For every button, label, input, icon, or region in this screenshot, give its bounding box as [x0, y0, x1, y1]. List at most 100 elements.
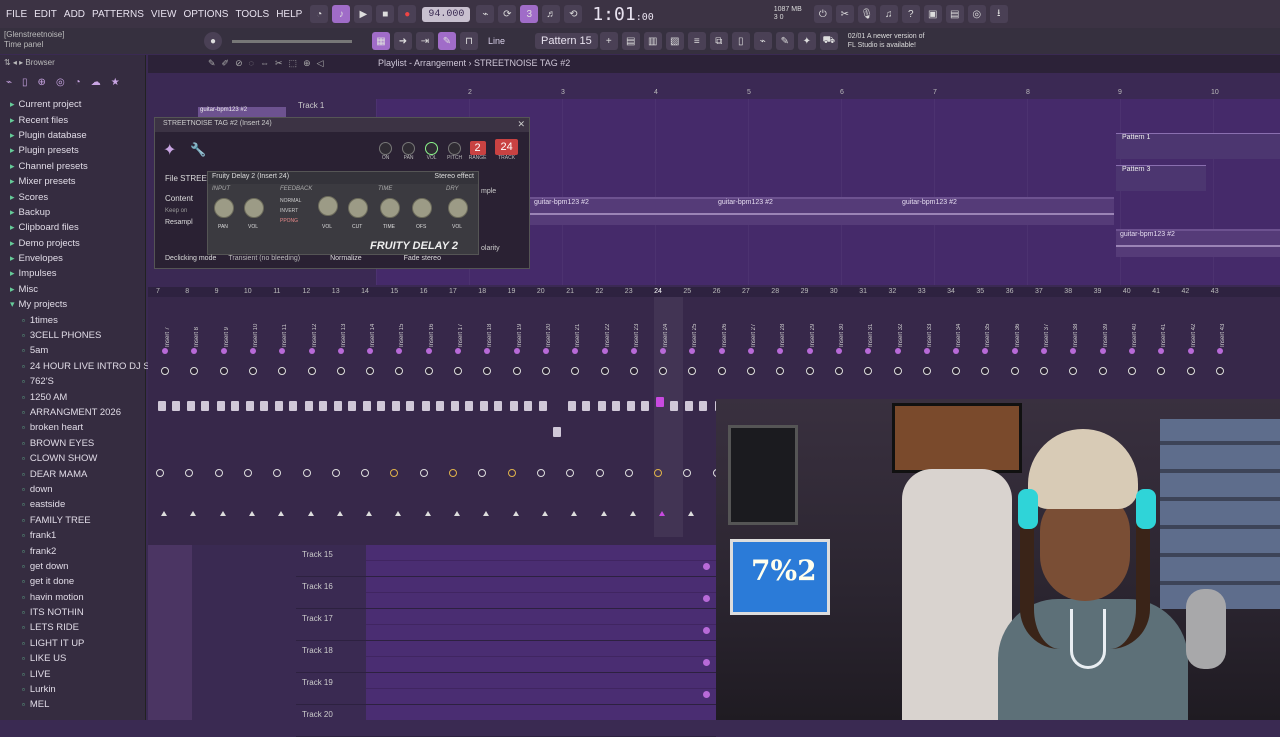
stereo-fader[interactable]	[406, 401, 415, 411]
track-display[interactable]: 24 TRACK	[490, 139, 524, 161]
insert-pan-knob[interactable]	[1186, 367, 1195, 375]
insert-pan-knob[interactable]	[776, 367, 785, 375]
plugin-icon[interactable]: ⌁	[753, 32, 772, 50]
project-item[interactable]: ▫ get it done	[0, 574, 145, 589]
insert-pan-knob[interactable]	[336, 367, 345, 375]
insert-route-arrow[interactable]	[424, 511, 431, 516]
browser-root-item[interactable]: ▸ Recent files	[0, 112, 145, 127]
plugins-icon[interactable]: ⊕	[38, 77, 46, 88]
time-knob[interactable]	[380, 198, 400, 218]
pattern-selector[interactable]: Pattern 15	[535, 33, 598, 49]
volume-fader[interactable]	[626, 401, 635, 411]
range-display[interactable]: 2 RANGE	[467, 141, 489, 161]
paint-tool-icon[interactable]: ✐	[222, 58, 230, 69]
mixer-insert-strip[interactable]: Insert 19	[507, 297, 537, 537]
browser-root-item[interactable]: ▸ Misc	[0, 282, 145, 297]
track-header[interactable]: Track 16	[296, 577, 716, 609]
insert-route-circle[interactable]	[390, 469, 399, 477]
insert-pan-knob[interactable]	[659, 367, 668, 375]
volume-fader[interactable]	[568, 401, 577, 411]
insert-send-dot[interactable]	[982, 348, 989, 354]
mixer-insert-strip[interactable]: Insert 17	[449, 297, 478, 537]
volume-fader[interactable]	[333, 401, 342, 411]
insert-route-arrow[interactable]	[307, 511, 314, 516]
snap-magnet-icon[interactable]: ⇥	[416, 32, 434, 50]
stereo-fader[interactable]	[435, 401, 444, 411]
insert-send-dot[interactable]	[1187, 348, 1194, 354]
samples-icon[interactable]: ◎	[56, 77, 65, 88]
insert-send-dot[interactable]	[455, 348, 461, 354]
insert-route-circle[interactable]	[331, 469, 340, 477]
insert-pan-knob[interactable]	[1127, 367, 1136, 375]
insert-pan-knob[interactable]	[1098, 367, 1107, 375]
project-item[interactable]: ▫ get down	[0, 559, 145, 574]
browser-root-item[interactable]: ▸ Channel presets	[0, 159, 145, 174]
insert-send-dot[interactable]	[689, 348, 696, 354]
help-icon[interactable]: ?	[901, 5, 920, 23]
stop-button[interactable]: ■	[376, 5, 395, 23]
projects-icon[interactable]: ◔	[75, 77, 81, 88]
insert-send-dot[interactable]	[923, 348, 930, 354]
track-mute-dot[interactable]	[703, 659, 710, 666]
insert-pan-knob[interactable]	[1215, 367, 1224, 375]
stereo-fader[interactable]	[318, 401, 327, 411]
volume-fader[interactable]	[597, 401, 606, 411]
audio-clip[interactable]: guitar-bpm123 #2	[714, 197, 898, 225]
project-item[interactable]: ▫ down	[0, 482, 145, 497]
stereo-fader[interactable]	[640, 401, 649, 411]
input-vol-knob[interactable]	[244, 198, 264, 218]
browser-root-item[interactable]: ▸ Envelopes	[0, 251, 145, 266]
insert-send-dot[interactable]	[191, 348, 198, 354]
track-mute-dot[interactable]	[703, 595, 710, 602]
piano-roll-icon[interactable]: ▧	[665, 32, 684, 50]
insert-pan-knob[interactable]	[688, 367, 697, 375]
stereo-fader[interactable]	[259, 401, 268, 411]
insert-pan-knob[interactable]	[1069, 367, 1078, 375]
loop-icon[interactable]: ⟳	[498, 5, 517, 23]
volume-fader[interactable]	[509, 401, 518, 411]
mode-invert[interactable]: INVERT	[280, 208, 298, 214]
insert-send-dot[interactable]	[835, 348, 842, 354]
volume-fader[interactable]	[421, 401, 430, 411]
insert-route-arrow[interactable]	[190, 511, 197, 516]
render-icon[interactable]: ▤	[945, 5, 964, 23]
mixer-insert-strip[interactable]: Insert 23	[624, 297, 654, 537]
volume-fader[interactable]	[245, 401, 254, 411]
master-pitch-slider[interactable]	[232, 39, 352, 43]
normalize-checkbox[interactable]: Normalize	[330, 255, 362, 262]
insert-pan-knob[interactable]	[600, 367, 609, 375]
fade-stereo-checkbox[interactable]: Fade stereo	[404, 255, 441, 262]
volume-fader[interactable]	[392, 401, 401, 411]
insert-send-dot[interactable]	[1099, 348, 1106, 354]
mixer-insert-strip[interactable]: Insert 12	[302, 297, 332, 537]
delete-tool-icon[interactable]: ⊘	[235, 58, 243, 69]
declick-dropdown[interactable]: Transient (no bleeding)	[228, 255, 300, 262]
insert-route-arrow[interactable]	[278, 511, 285, 516]
arrow-icon[interactable]: ➜	[394, 32, 412, 50]
add-pattern-icon[interactable]: +	[599, 32, 618, 50]
insert-route-circle[interactable]	[683, 469, 692, 477]
cart-icon[interactable]: ⛟	[819, 32, 838, 50]
project-item[interactable]: ▫ Lurkin	[0, 682, 145, 697]
clip-thumbnail[interactable]: guitar-bpm123 #2	[198, 107, 286, 117]
playback-tool-icon[interactable]: ◁	[317, 58, 324, 69]
insert-route-circle[interactable]	[185, 469, 194, 477]
insert-pan-knob[interactable]	[219, 367, 228, 375]
vol-knob[interactable]: VOL	[421, 142, 443, 161]
snap-mode[interactable]: Line	[488, 36, 505, 46]
insert-route-circle[interactable]	[273, 469, 282, 477]
pitch-knob[interactable]: PITCH	[444, 142, 466, 161]
insert-route-circle[interactable]	[419, 469, 428, 477]
menu-edit[interactable]: EDIT	[34, 9, 57, 20]
mixer-insert-strip[interactable]: Insert 13	[331, 297, 361, 537]
insert-route-circle[interactable]	[654, 469, 663, 477]
browser-root-item[interactable]: ▸ Mixer presets	[0, 174, 145, 189]
insert-send-dot[interactable]	[337, 348, 344, 354]
record-button[interactable]: ●	[398, 5, 417, 23]
tools-icon[interactable]: ✂	[835, 5, 854, 23]
volume-fader[interactable]	[304, 401, 313, 411]
volume-fader[interactable]	[363, 401, 372, 411]
mixer-insert-strip[interactable]: Insert 16	[419, 297, 449, 537]
mixer-insert-strip[interactable]: Insert 10	[243, 297, 273, 537]
insert-send-dot[interactable]	[279, 348, 286, 354]
